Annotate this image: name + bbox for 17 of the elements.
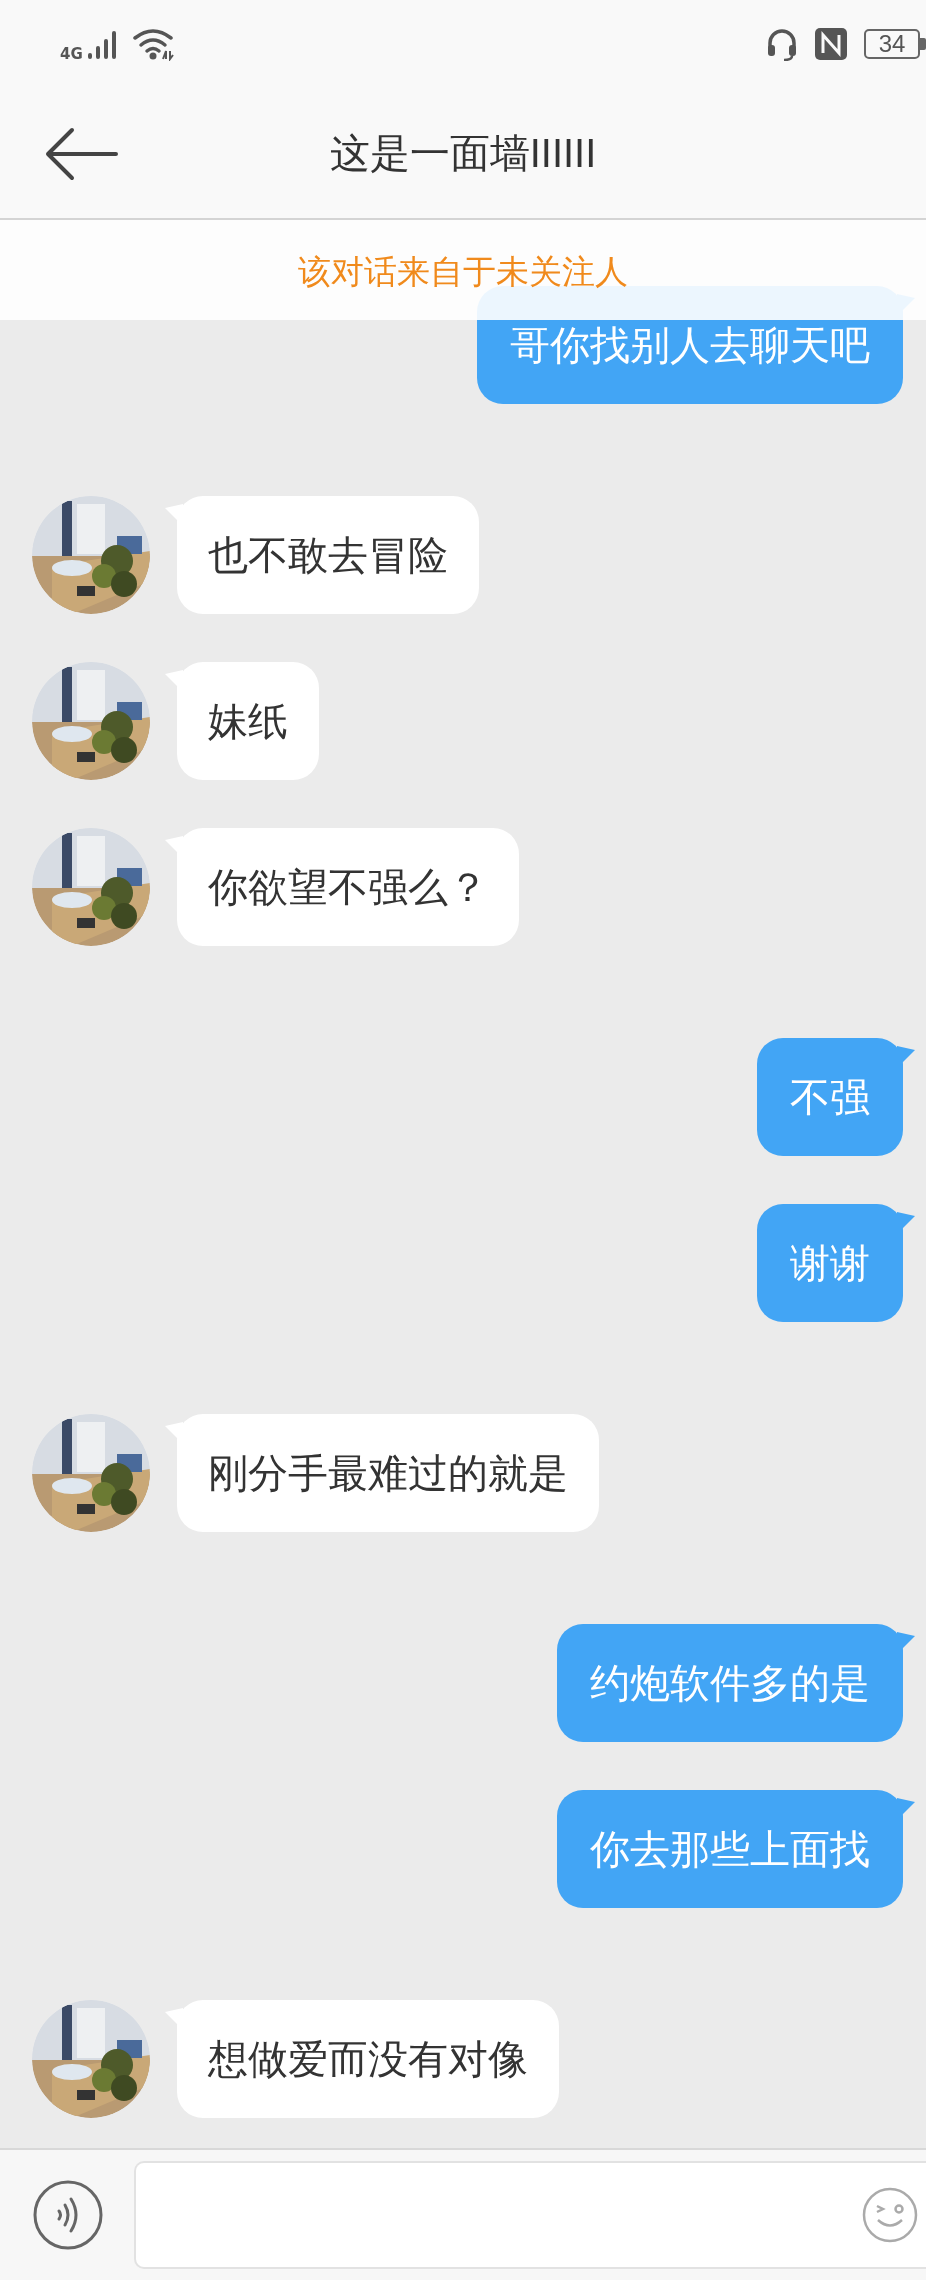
back-icon[interactable] — [44, 127, 118, 181]
received-message-bubble: 你欲望不强么？ — [177, 828, 519, 946]
received-message-bubble: 想做爱而没有对像 — [177, 2000, 559, 2118]
sent-message-bubble: 谢谢 — [757, 1204, 903, 1322]
received-message-bubble: 也不敢去冒险 — [177, 496, 479, 614]
nfc-icon — [814, 26, 848, 61]
received-message-bubble: 妹纸 — [177, 662, 319, 780]
received-message-bubble: 刚分手最难过的就是 — [177, 1414, 599, 1532]
sent-message-bubble: 你去那些上面找 — [557, 1790, 903, 1908]
voice-icon[interactable] — [32, 2179, 104, 2251]
sent-message-bubble: 不强 — [757, 1038, 903, 1156]
network-label: 4G — [60, 44, 83, 66]
sent-message-bubble: 约炮软件多的是 — [557, 1624, 903, 1742]
chat-title: 这是一面墙IIIIII — [329, 129, 597, 177]
message-input[interactable] — [134, 2161, 926, 2269]
headset-icon — [766, 26, 798, 61]
wifi-icon — [132, 26, 177, 61]
